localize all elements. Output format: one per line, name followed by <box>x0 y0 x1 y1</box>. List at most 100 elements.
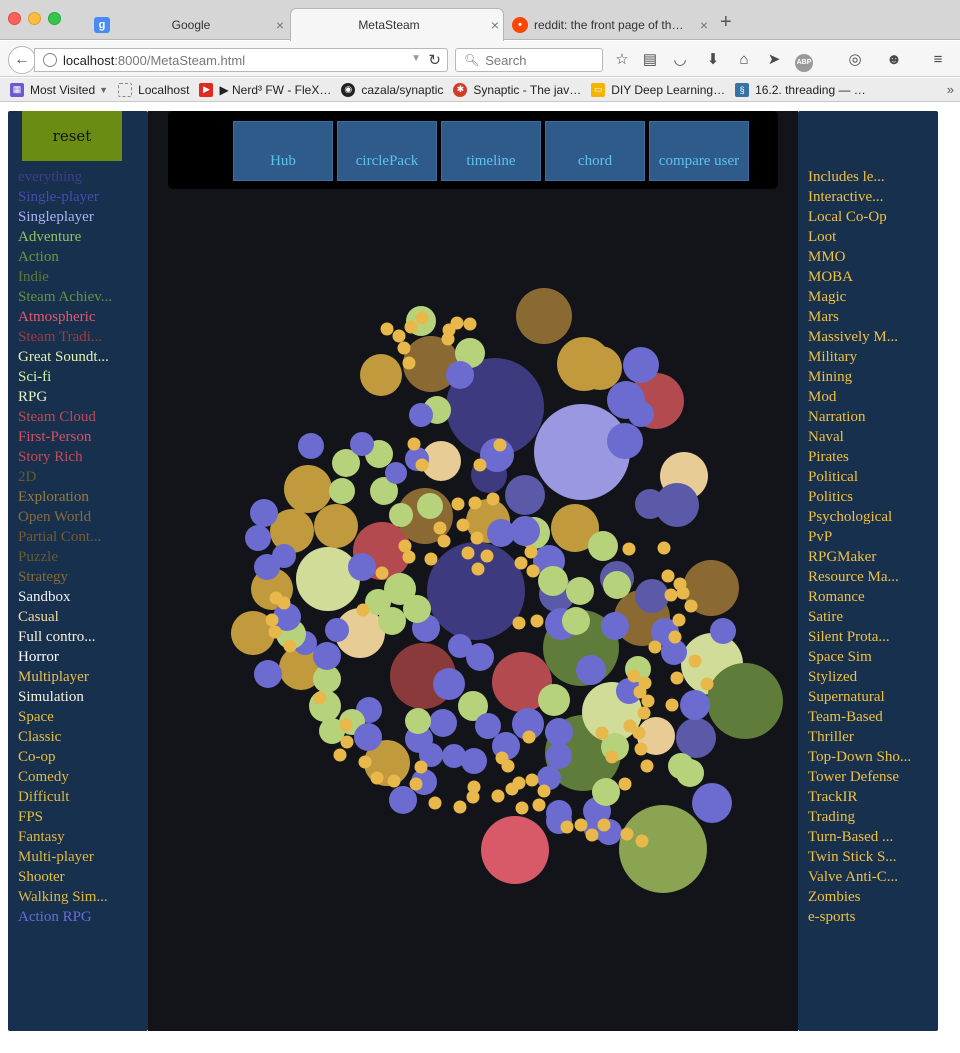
left-tag-item[interactable]: Adventure <box>18 227 112 247</box>
left-tag-item[interactable]: Steam Tradi... <box>18 327 112 347</box>
tag-bubble[interactable] <box>389 503 413 527</box>
tag-bubble-small[interactable] <box>505 782 519 796</box>
tag-bubble[interactable] <box>603 571 631 599</box>
window-minimize-button[interactable] <box>28 12 41 25</box>
tag-bubble-small[interactable] <box>313 691 327 705</box>
tag-bubble[interactable] <box>545 718 573 746</box>
left-tag-item[interactable]: Action RPG <box>18 907 112 927</box>
left-tag-item[interactable]: Steam Achiev... <box>18 287 112 307</box>
tag-bubble-small[interactable] <box>414 760 428 774</box>
tag-bubble-small[interactable] <box>392 329 406 343</box>
tab-reddit[interactable]: • reddit: the front page of the … × <box>506 8 712 41</box>
tag-bubble[interactable] <box>250 499 278 527</box>
tag-bubble[interactable] <box>475 713 501 739</box>
circle-pack-chart[interactable] <box>148 111 798 1031</box>
tag-bubble-small[interactable] <box>585 828 599 842</box>
tag-bubble[interactable] <box>676 759 704 787</box>
right-tag-item[interactable]: MMO <box>808 247 911 267</box>
reading-list-icon[interactable]: ▤ <box>640 50 660 70</box>
tab-google[interactable]: g Google × <box>88 8 288 41</box>
right-tag-item[interactable]: Top-Down Sho... <box>808 747 911 767</box>
sync-icon[interactable]: ◎ <box>845 50 865 70</box>
tag-bubble-small[interactable] <box>277 596 291 610</box>
tag-bubble[interactable] <box>405 708 431 734</box>
tag-bubble[interactable] <box>329 478 355 504</box>
tag-bubble-small[interactable] <box>380 322 394 336</box>
left-tag-item[interactable]: Comedy <box>18 767 112 787</box>
tag-bubble[interactable] <box>298 433 324 459</box>
left-tag-item[interactable]: Multi-player <box>18 847 112 867</box>
tag-bubble[interactable] <box>466 643 494 671</box>
tag-bubble[interactable] <box>546 743 572 769</box>
left-tag-item[interactable]: Horror <box>18 647 112 667</box>
right-tag-item[interactable]: Naval <box>808 427 911 447</box>
right-tag-item[interactable]: Stylized <box>808 667 911 687</box>
back-button[interactable]: ← <box>8 46 36 74</box>
right-tag-item[interactable]: Politics <box>808 487 911 507</box>
left-tag-item[interactable]: Walking Sim... <box>18 887 112 907</box>
window-close-button[interactable] <box>8 12 21 25</box>
tag-bubble-small[interactable] <box>495 751 509 765</box>
tag-bubble[interactable] <box>628 401 654 427</box>
tag-bubble-small[interactable] <box>453 800 467 814</box>
tag-bubble[interactable] <box>578 346 622 390</box>
tag-bubble[interactable] <box>707 663 783 739</box>
tag-bubble-small[interactable] <box>526 564 540 578</box>
right-tag-item[interactable]: Resource Ma... <box>808 567 911 587</box>
tag-bubble[interactable] <box>487 519 515 547</box>
bookmark-youtube[interactable]: ▶ ▶ Nerd³ FW - FleX… <box>199 82 331 97</box>
tag-bubble[interactable] <box>538 566 568 596</box>
tag-bubble[interactable] <box>296 547 360 611</box>
tag-bubble-small[interactable] <box>467 780 481 794</box>
tag-bubble-small[interactable] <box>537 784 551 798</box>
left-tag-item[interactable]: First-Person <box>18 427 112 447</box>
right-tag-item[interactable]: TrackIR <box>808 787 911 807</box>
right-tag-item[interactable]: Pirates <box>808 447 911 467</box>
bookmark-diy-deep-learning[interactable]: ▭ DIY Deep Learning… <box>591 82 725 97</box>
emoji-icon[interactable]: ☻ <box>884 50 904 70</box>
tag-bubble-small[interactable] <box>471 562 485 576</box>
tag-bubble-small[interactable] <box>473 458 487 472</box>
bookmark-synaptic[interactable]: ✱ Synaptic - The jav… <box>453 82 581 97</box>
tag-bubble[interactable] <box>325 618 349 642</box>
tag-bubble[interactable] <box>360 354 402 396</box>
right-tag-item[interactable]: Silent Prota... <box>808 627 911 647</box>
window-maximize-button[interactable] <box>48 12 61 25</box>
search-input[interactable]: 🔍︎ Search <box>455 48 603 72</box>
tag-bubble[interactable] <box>403 595 431 623</box>
tag-bubble-small[interactable] <box>456 518 470 532</box>
bookmark-localhost[interactable]: Localhost <box>118 82 189 97</box>
right-tag-item[interactable]: Tower Defense <box>808 767 911 787</box>
tag-bubble-small[interactable] <box>407 437 421 451</box>
reload-icon[interactable]: ↻ <box>428 51 441 69</box>
right-tag-item[interactable]: Zombies <box>808 887 911 907</box>
tag-bubble-small[interactable] <box>668 630 682 644</box>
right-tag-item[interactable]: Twin Stick S... <box>808 847 911 867</box>
url-bar[interactable]: localhost:8000/MetaSteam.html ▼ ↻ <box>34 48 448 72</box>
right-tag-item[interactable]: Local Co-Op <box>808 207 911 227</box>
right-tag-item[interactable]: Mars <box>808 307 911 327</box>
left-tag-item[interactable]: Simulation <box>18 687 112 707</box>
tag-bubble-small[interactable] <box>597 818 611 832</box>
reset-button[interactable]: reset <box>22 111 122 161</box>
tag-bubble-small[interactable] <box>512 616 526 630</box>
tag-bubble-small[interactable] <box>700 677 714 691</box>
tag-bubble[interactable] <box>623 347 659 383</box>
left-tag-item[interactable]: Classic <box>18 727 112 747</box>
right-tag-item[interactable]: Massively M... <box>808 327 911 347</box>
bookmark-most-visited[interactable]: ▦ Most Visited ▼ <box>10 82 108 97</box>
tag-bubble-small[interactable] <box>491 789 505 803</box>
tag-bubble-small[interactable] <box>672 613 686 627</box>
menu-icon[interactable]: ≡ <box>928 50 948 70</box>
left-tag-item[interactable]: everything <box>18 167 112 187</box>
tag-bubble-small[interactable] <box>409 777 423 791</box>
tag-bubble-small[interactable] <box>634 742 648 756</box>
left-tag-item[interactable]: Sci-fi <box>18 367 112 387</box>
left-tag-item[interactable]: Fantasy <box>18 827 112 847</box>
tag-bubble-small[interactable] <box>525 773 539 787</box>
left-tag-item[interactable]: 2D <box>18 467 112 487</box>
tag-bubble[interactable] <box>427 542 525 640</box>
tag-bubble[interactable] <box>692 783 732 823</box>
left-tag-item[interactable]: Puzzle <box>18 547 112 567</box>
tag-bubble-small[interactable] <box>433 521 447 535</box>
